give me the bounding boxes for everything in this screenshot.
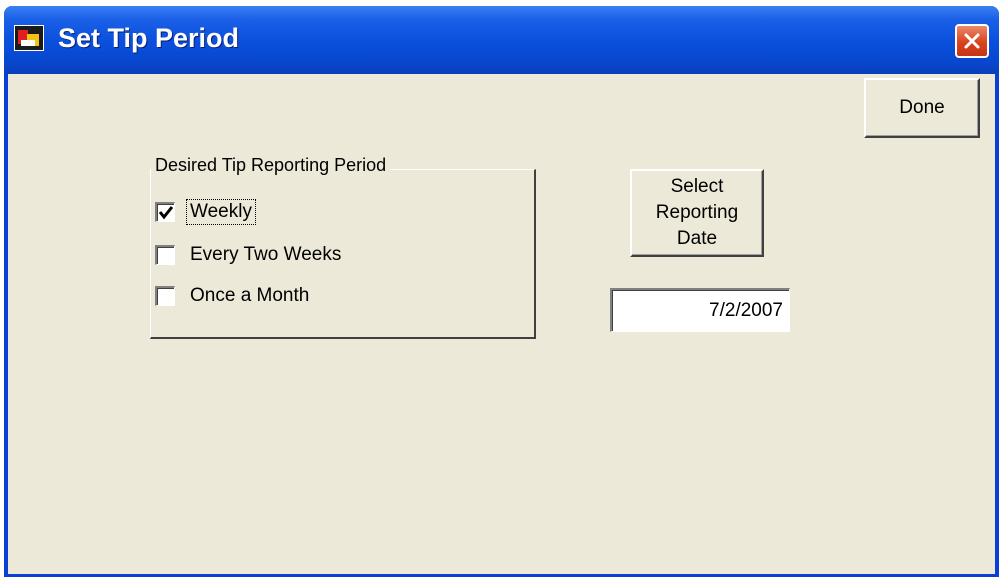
dialog-body: Done Desired Tip Reporting Period Weekly… xyxy=(8,74,995,574)
weekly-checkbox[interactable] xyxy=(155,202,175,222)
close-icon xyxy=(964,33,980,49)
tip-period-groupbox: Desired Tip Reporting Period Weekly Ever… xyxy=(150,155,536,339)
option-every-two-weeks[interactable]: Every Two Weeks xyxy=(155,243,344,267)
window-title: Set Tip Period xyxy=(58,23,240,53)
select-reporting-date-button[interactable]: Select Reporting Date xyxy=(630,169,764,257)
select-button-line-1: Select xyxy=(670,176,724,197)
every-two-weeks-label: Every Two Weeks xyxy=(190,244,342,265)
option-weekly[interactable]: Weekly xyxy=(155,199,256,225)
checkmark-icon xyxy=(158,206,174,220)
title-bar[interactable]: Set Tip Period xyxy=(4,6,999,74)
once-a-month-checkbox[interactable] xyxy=(155,286,175,306)
close-button[interactable] xyxy=(955,24,989,58)
dialog-window: Set Tip Period Done Desired Tip Reportin… xyxy=(4,6,999,577)
weekly-label: Weekly xyxy=(186,199,256,225)
once-a-month-label: Once a Month xyxy=(190,285,310,306)
reporting-date-field[interactable] xyxy=(610,288,790,332)
every-two-weeks-checkbox[interactable] xyxy=(155,245,175,265)
select-button-line-3: Date xyxy=(676,228,718,249)
app-logo-icon xyxy=(14,25,44,51)
groupbox-title: Desired Tip Reporting Period xyxy=(151,155,391,176)
option-once-a-month[interactable]: Once a Month xyxy=(155,284,312,308)
select-button-line-2: Reporting xyxy=(655,202,739,223)
done-button[interactable]: Done xyxy=(864,78,980,138)
